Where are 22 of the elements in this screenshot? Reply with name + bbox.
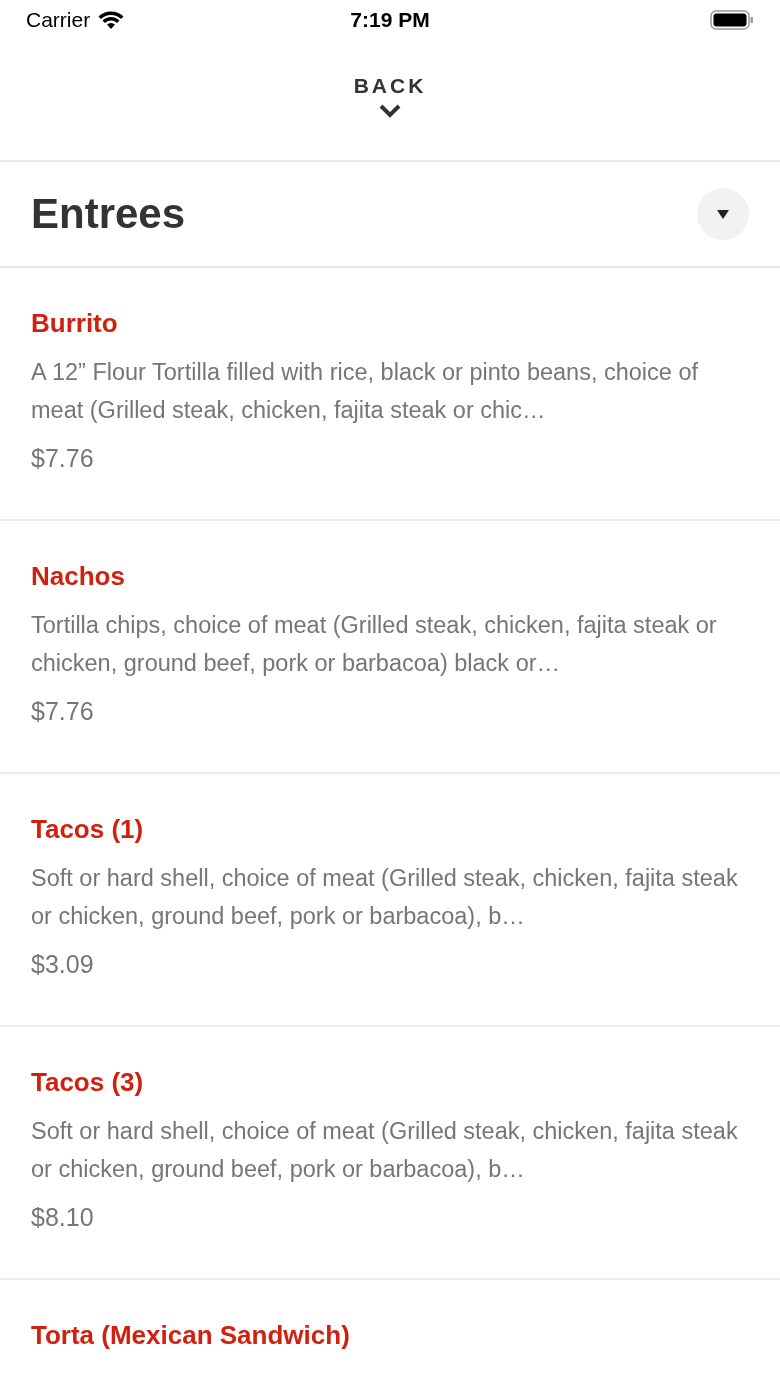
status-time: 7:19 PM [350,8,430,32]
carrier-name: Carrier [26,8,91,32]
dropdown-button[interactable] [697,188,749,240]
item-description: A 12” Flour Tortilla filled with rice, black or pinto beans, choice of meat (Grilled steak, chicken, fajita steak or chic… [31,358,700,425]
item-price: $3.09 [31,949,95,980]
triangle-down-icon [717,209,729,219]
item-name[interactable]: Torta (Mexican Sandwich) [31,1319,749,1351]
item-price: $8.10 [31,1202,95,1233]
item-description: Soft or hard shell, choice of meat (Grilled steak, chicken, fajita steak or chicken, ground beef, pork or barbacoa), b… [31,864,739,931]
item-name[interactable]: Burrito [31,307,749,339]
chevron-down-icon [379,104,401,118]
item-price: $7.76 [31,696,95,727]
section-title: Entrees [31,190,186,238]
item-name[interactable]: Tacos (3) [31,1066,749,1098]
item-description: Soft or hard shell, choice of meat (Grilled steak, chicken, fajita steak or chicken, ground beef, pork or barbacoa), b… [31,1117,739,1184]
item-name[interactable]: Tacos (1) [31,813,749,845]
item-price: $7.76 [31,443,95,474]
back-button[interactable]: BACK [353,74,427,118]
battery-icon [710,10,754,30]
wifi-icon [98,10,125,30]
item-description: Tortilla chips, choice of meat (Grilled steak, chicken, fajita steak or chicken, ground beef, pork or barbacoa) black or… [31,611,718,678]
item-name[interactable]: Nachos [31,560,749,592]
